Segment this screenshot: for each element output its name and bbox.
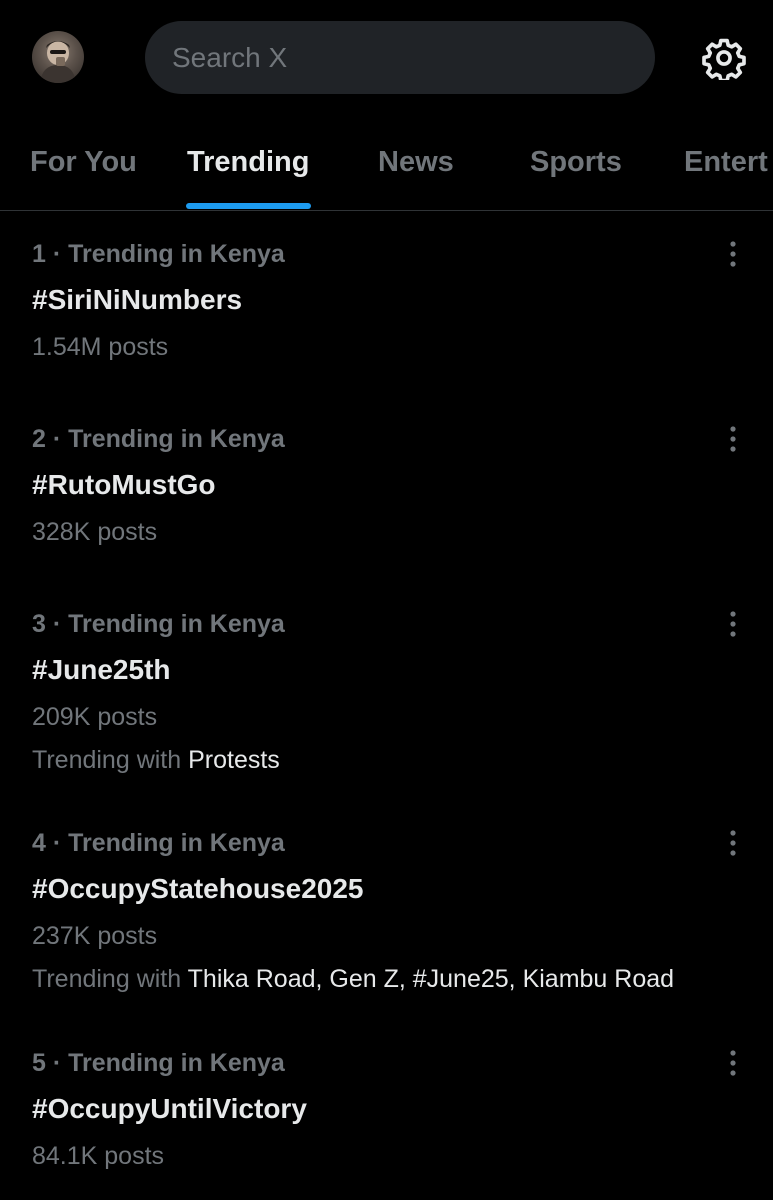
trend-item[interactable]: 5 · Trending in Kenya #OccupyUntilVictor…: [0, 1049, 773, 1199]
trending-with-label: Trending with: [32, 965, 182, 993]
gear-icon[interactable]: [702, 36, 746, 83]
tab-news[interactable]: News: [378, 146, 454, 179]
tab-for-you[interactable]: For You: [30, 146, 137, 179]
tab-entertainment[interactable]: Entert: [684, 146, 768, 179]
trend-item[interactable]: 1 · Trending in Kenya #SiriNiNumbers 1.5…: [0, 240, 773, 410]
more-options-icon[interactable]: [718, 1049, 748, 1079]
trending-with: Trending with Thika Road, Gen Z, #June25…: [32, 965, 674, 994]
trend-meta: 2 · Trending in Kenya: [32, 425, 285, 453]
trend-meta: 3 · Trending in Kenya: [32, 610, 285, 638]
trending-with-label: Trending with: [32, 746, 182, 774]
trend-meta: 5 · Trending in Kenya: [32, 1049, 285, 1077]
top-bar: [0, 0, 773, 118]
trend-post-count: 1.54M posts: [32, 333, 169, 361]
tab-trending[interactable]: Trending: [187, 146, 309, 179]
tab-bar: For You Trending News Sports Entert: [0, 118, 773, 211]
more-options-icon[interactable]: [718, 240, 748, 270]
avatar-image: [40, 41, 76, 83]
profile-avatar[interactable]: [32, 31, 84, 83]
search-bar[interactable]: [145, 21, 655, 94]
trend-item[interactable]: 3 · Trending in Kenya #June25th 209K pos…: [0, 610, 773, 810]
trend-hashtag[interactable]: #SiriNiNumbers: [32, 284, 242, 316]
active-tab-indicator: [186, 203, 311, 209]
more-options-icon[interactable]: [718, 610, 748, 640]
trend-post-count: 209K posts: [32, 703, 158, 731]
trend-post-count: 84.1K posts: [32, 1142, 165, 1170]
trend-post-count: 237K posts: [32, 922, 158, 950]
trend-hashtag[interactable]: #OccupyStatehouse2025: [32, 873, 364, 905]
trend-meta: 1 · Trending in Kenya: [32, 240, 285, 268]
more-options-icon[interactable]: [718, 425, 748, 455]
trend-hashtag[interactable]: #RutoMustGo: [32, 469, 216, 501]
trending-with: Trending with Protests: [32, 746, 280, 775]
trend-hashtag[interactable]: #OccupyUntilVictory: [32, 1093, 307, 1125]
trending-with-items[interactable]: Thika Road, Gen Z, #June25, Kiambu Road: [188, 965, 674, 993]
trend-item[interactable]: 2 · Trending in Kenya #RutoMustGo 328K p…: [0, 425, 773, 595]
trend-post-count: 328K posts: [32, 518, 158, 546]
search-input[interactable]: [170, 40, 655, 75]
more-options-icon[interactable]: [718, 829, 748, 859]
tab-sports[interactable]: Sports: [530, 146, 622, 179]
trend-meta: 4 · Trending in Kenya: [32, 829, 285, 857]
trend-hashtag[interactable]: #June25th: [32, 654, 171, 686]
trending-with-items[interactable]: Protests: [188, 746, 280, 774]
trend-item[interactable]: 4 · Trending in Kenya #OccupyStatehouse2…: [0, 829, 773, 1029]
